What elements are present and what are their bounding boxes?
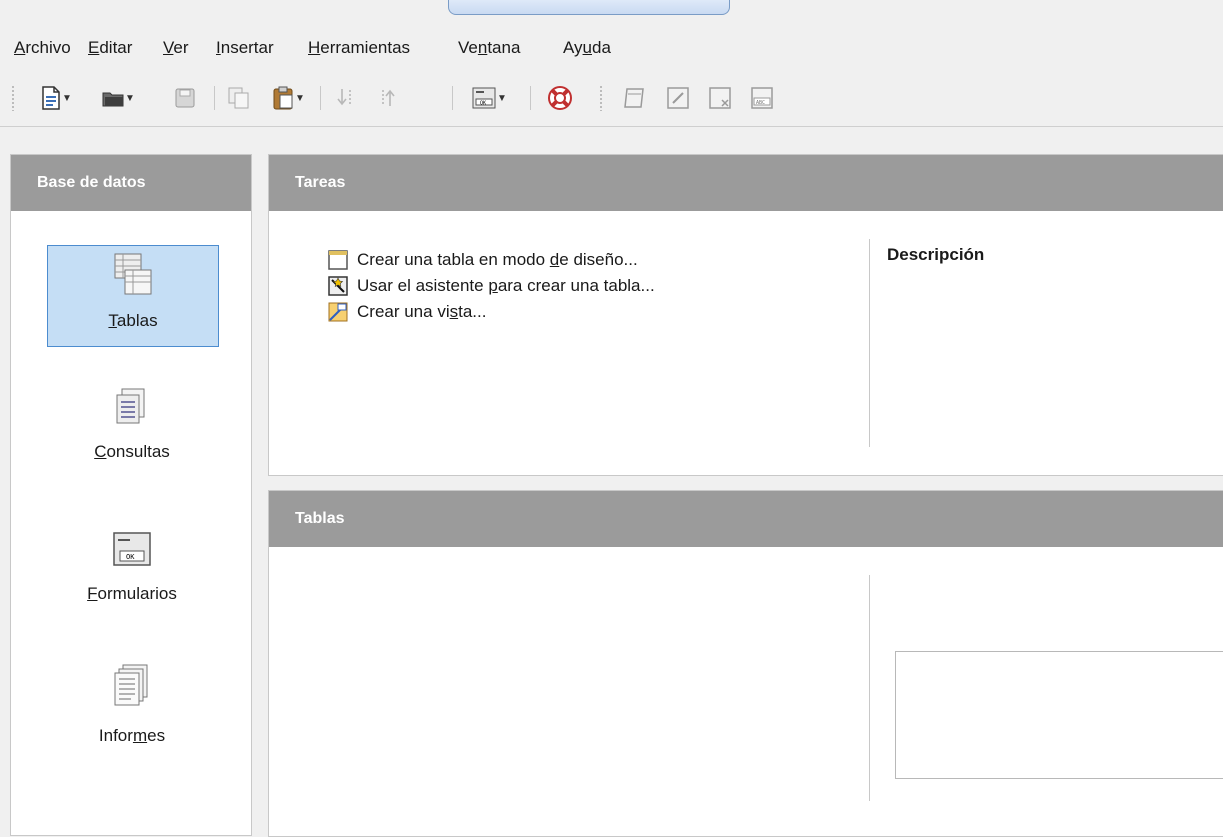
tables-icon	[114, 253, 152, 295]
tables-panel: Tablas	[268, 490, 1223, 837]
paste-button[interactable]: ▼	[262, 78, 314, 118]
task-label: Crear una tabla en modo de diseño...	[357, 250, 638, 269]
rename-button[interactable]: ABC	[744, 78, 780, 118]
sidebar-item-label: Consultas	[94, 442, 170, 461]
copy-button[interactable]	[222, 78, 256, 118]
save-button[interactable]	[170, 78, 200, 118]
toolbar-divider	[0, 126, 1223, 127]
copy-icon	[228, 87, 249, 109]
description-title: Descripción	[887, 245, 985, 264]
database-panel: Base de datos Tablas Consultas OK Formul…	[10, 154, 252, 836]
sidebar-item-label: Tablas	[108, 311, 158, 330]
edit-icon	[667, 87, 689, 109]
open-button[interactable]: ▼	[94, 78, 142, 118]
toolbar-grip[interactable]	[600, 85, 602, 111]
svg-text:OK: OK	[480, 101, 486, 107]
open-icon	[102, 92, 124, 107]
sidebar-item-consultas[interactable]: Consultas	[47, 387, 217, 462]
save-icon	[175, 88, 195, 108]
paste-icon	[273, 86, 293, 110]
toolbar-separator	[452, 86, 453, 110]
wizard-icon	[328, 276, 348, 296]
task-table-wizard[interactable]: Usar el asistente para crear una tabla..…	[327, 273, 655, 299]
form-icon: OK	[472, 87, 496, 109]
toolbar: ▼ ▼ ▼ OK ▼ ABC	[0, 78, 1223, 118]
toolbar-separator	[530, 86, 531, 110]
tasks-panel: Tareas Crear una tabla en modo de diseño…	[268, 154, 1223, 476]
toolbar-separator	[214, 86, 215, 110]
tables-divider	[869, 575, 870, 801]
tables-panel-header: Tablas	[269, 491, 1223, 547]
menu-archivo[interactable]: Archivo	[14, 34, 71, 62]
dropdown-arrow-icon[interactable]: ▼	[295, 93, 305, 104]
sidebar-item-informes[interactable]: Informes	[47, 663, 217, 746]
sidebar-item-label: Informes	[98, 726, 166, 745]
sidebar-item-label: Formularios	[87, 584, 177, 603]
database-panel-header: Base de datos	[11, 155, 251, 211]
sort-ascending-button[interactable]	[328, 78, 364, 118]
new-document-icon	[42, 86, 60, 110]
open-object-icon	[624, 88, 644, 108]
rename-icon: ABC	[751, 87, 773, 109]
delete-button[interactable]	[702, 78, 738, 118]
help-button[interactable]	[540, 78, 580, 118]
dropdown-arrow-icon[interactable]: ▼	[62, 93, 72, 104]
window-title-tab	[448, 0, 730, 15]
reports-icon	[114, 664, 148, 706]
dropdown-arrow-icon[interactable]: ▼	[125, 93, 135, 104]
menu-bar: Archivo Editar Ver Insertar Herramientas…	[0, 34, 1223, 62]
form-button[interactable]: OK ▼	[460, 78, 518, 118]
open-object-button[interactable]	[616, 78, 652, 118]
sort-ascending-icon	[337, 89, 351, 106]
menu-ventana[interactable]: Ventana	[458, 34, 520, 62]
task-label: Usar el asistente para crear una tabla..…	[357, 276, 655, 295]
help-icon	[548, 86, 572, 110]
toolbar-grip[interactable]	[12, 85, 14, 111]
queries-icon	[116, 388, 145, 424]
create-view-icon	[328, 302, 348, 322]
forms-icon: OK	[113, 532, 151, 566]
task-create-view[interactable]: Crear una vista...	[327, 299, 486, 325]
svg-text:ABC: ABC	[756, 100, 765, 106]
toolbar-separator	[320, 86, 321, 110]
design-table-icon	[328, 250, 348, 270]
preview-box	[895, 651, 1223, 779]
sidebar-item-formularios[interactable]: OK Formularios	[47, 529, 217, 604]
edit-button[interactable]	[660, 78, 696, 118]
task-create-table-design[interactable]: Crear una tabla en modo de diseño...	[327, 247, 638, 273]
delete-icon	[709, 87, 731, 109]
sidebar-item-tablas[interactable]: Tablas	[47, 245, 219, 347]
sort-descending-icon	[382, 89, 395, 106]
menu-ayuda[interactable]: Ayuda	[563, 34, 611, 62]
menu-editar[interactable]: Editar	[88, 34, 132, 62]
tasks-panel-header: Tareas	[269, 155, 1223, 211]
sort-descending-button[interactable]	[370, 78, 406, 118]
dropdown-arrow-icon[interactable]: ▼	[497, 93, 507, 104]
menu-ver[interactable]: Ver	[163, 34, 189, 62]
menu-herramientas[interactable]: Herramientas	[308, 34, 410, 62]
tasks-divider	[869, 239, 870, 447]
new-document-button[interactable]: ▼	[32, 78, 80, 118]
menu-insertar[interactable]: Insertar	[216, 34, 274, 62]
task-label: Crear una vista...	[357, 302, 487, 321]
svg-text:OK: OK	[126, 553, 135, 561]
